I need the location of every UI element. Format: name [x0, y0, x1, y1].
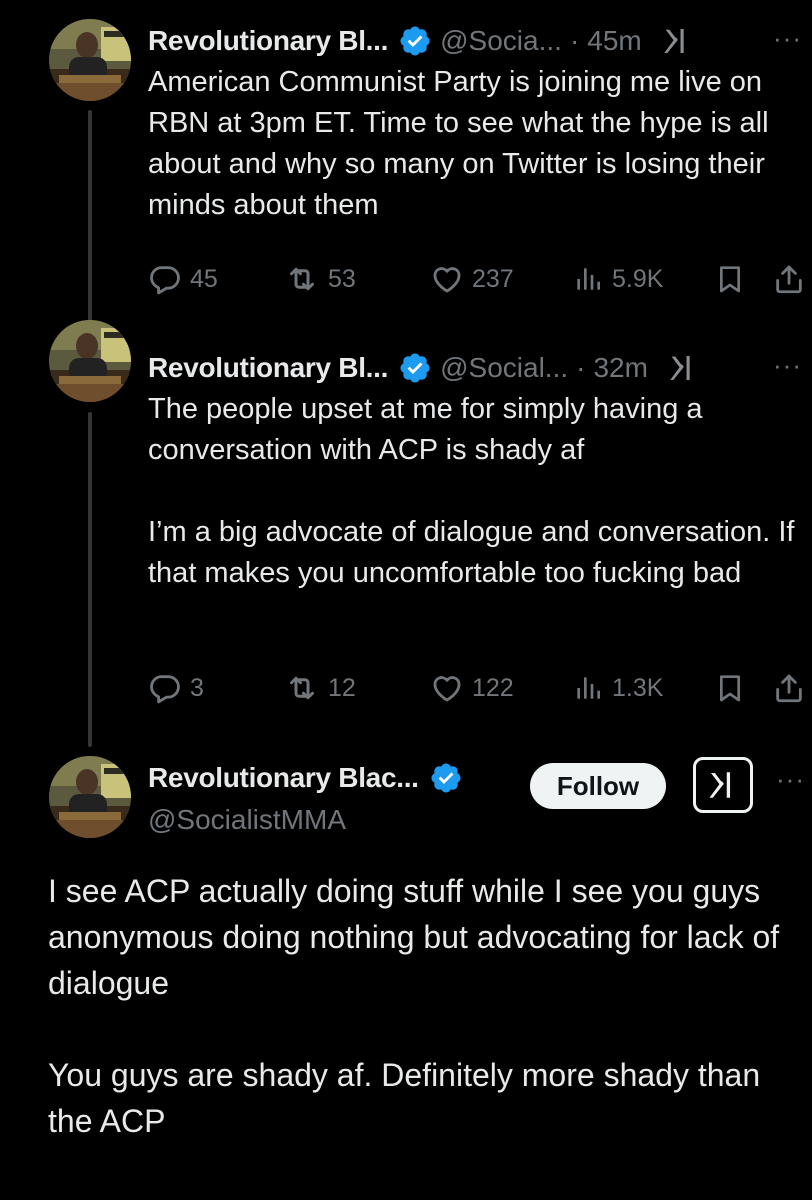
tweet-1[interactable]: Revolutionary Bl... @Socia... · 45m ··· … — [148, 19, 802, 226]
author-name[interactable]: Revolutionary Bl... — [148, 352, 388, 384]
share-icon — [772, 262, 806, 296]
main-tweet-text: I see ACP actually doing stuff while I s… — [48, 873, 780, 1139]
like-icon — [430, 262, 464, 296]
verified-badge-icon — [398, 24, 432, 58]
separator-dot: · — [569, 25, 580, 56]
author-handle[interactable]: @Socia... — [440, 25, 562, 57]
repost-icon — [284, 670, 320, 706]
reply-count: 3 — [190, 673, 204, 702]
bookmark-icon — [714, 672, 746, 704]
separator-dot: · — [576, 352, 586, 383]
bookmark-button[interactable] — [714, 259, 746, 299]
views-icon — [572, 672, 604, 704]
tweet-header: Revolutionary Bl... @Socia... · 45m ··· — [148, 19, 802, 63]
avatar[interactable] — [49, 19, 131, 101]
repost-button[interactable]: 12 — [284, 668, 356, 708]
repost-icon — [284, 261, 320, 297]
verified-badge-icon — [398, 351, 432, 385]
like-button[interactable]: 237 — [430, 259, 514, 299]
grok-icon[interactable] — [666, 351, 700, 385]
share-icon — [772, 671, 806, 705]
grok-icon[interactable] — [660, 24, 694, 58]
avatar[interactable] — [49, 756, 131, 838]
author-name[interactable]: Revolutionary Bl... — [148, 25, 388, 57]
author-row: Revolutionary Blac... — [148, 756, 471, 800]
thread-line — [88, 412, 92, 747]
follow-button[interactable]: Follow — [530, 763, 666, 809]
bookmark-button[interactable] — [714, 668, 746, 708]
action-bar: 3 12 122 1.3K — [148, 668, 812, 708]
author-handle[interactable]: @SocialistMMA — [148, 800, 471, 840]
reply-button[interactable]: 3 — [148, 668, 204, 708]
grok-icon — [705, 767, 741, 803]
more-icon[interactable]: ··· — [773, 23, 802, 54]
tweet-2[interactable]: Revolutionary Bl... @Social... · 32m ···… — [148, 346, 802, 594]
reply-count: 45 — [190, 264, 218, 293]
reply-icon — [148, 671, 182, 705]
views-button[interactable]: 1.3K — [572, 668, 663, 708]
timestamp[interactable]: 32m — [593, 352, 647, 384]
reply-icon — [148, 262, 182, 296]
views-icon — [572, 263, 604, 295]
timestamp[interactable]: 45m — [587, 25, 641, 57]
repost-count: 12 — [328, 673, 356, 702]
bookmark-icon — [714, 263, 746, 295]
main-tweet-header: Revolutionary Blac... @SocialistMMA — [148, 756, 471, 840]
view-count: 5.9K — [612, 264, 664, 293]
avatar[interactable] — [49, 320, 131, 402]
author-name[interactable]: Revolutionary Blac... — [148, 762, 419, 794]
like-button[interactable]: 122 — [430, 668, 514, 708]
tweet-text: American Communist Party is joining me l… — [148, 66, 777, 221]
tweet-header: Revolutionary Bl... @Social... · 32m ··· — [148, 346, 802, 390]
views-button[interactable]: 5.9K — [572, 259, 663, 299]
action-bar: 45 53 237 5.9K — [148, 259, 812, 299]
tweet-text: The people upset at me for simply having… — [148, 393, 795, 589]
thread-view: Revolutionary Bl... @Socia... · 45m ··· … — [0, 0, 812, 1200]
reply-button[interactable]: 45 — [148, 259, 218, 299]
share-button[interactable] — [772, 259, 806, 299]
like-count: 122 — [472, 673, 514, 702]
grok-button[interactable] — [693, 757, 753, 813]
repost-count: 53 — [328, 264, 356, 293]
verified-badge-icon — [429, 761, 463, 795]
more-icon[interactable]: ··· — [776, 764, 805, 795]
view-count: 1.3K — [612, 673, 664, 702]
share-button[interactable] — [772, 668, 806, 708]
author-handle[interactable]: @Social... — [440, 352, 568, 384]
like-icon — [430, 671, 464, 705]
thread-line — [88, 110, 92, 340]
like-count: 237 — [472, 264, 514, 293]
more-icon[interactable]: ··· — [773, 350, 802, 381]
repost-button[interactable]: 53 — [284, 259, 356, 299]
